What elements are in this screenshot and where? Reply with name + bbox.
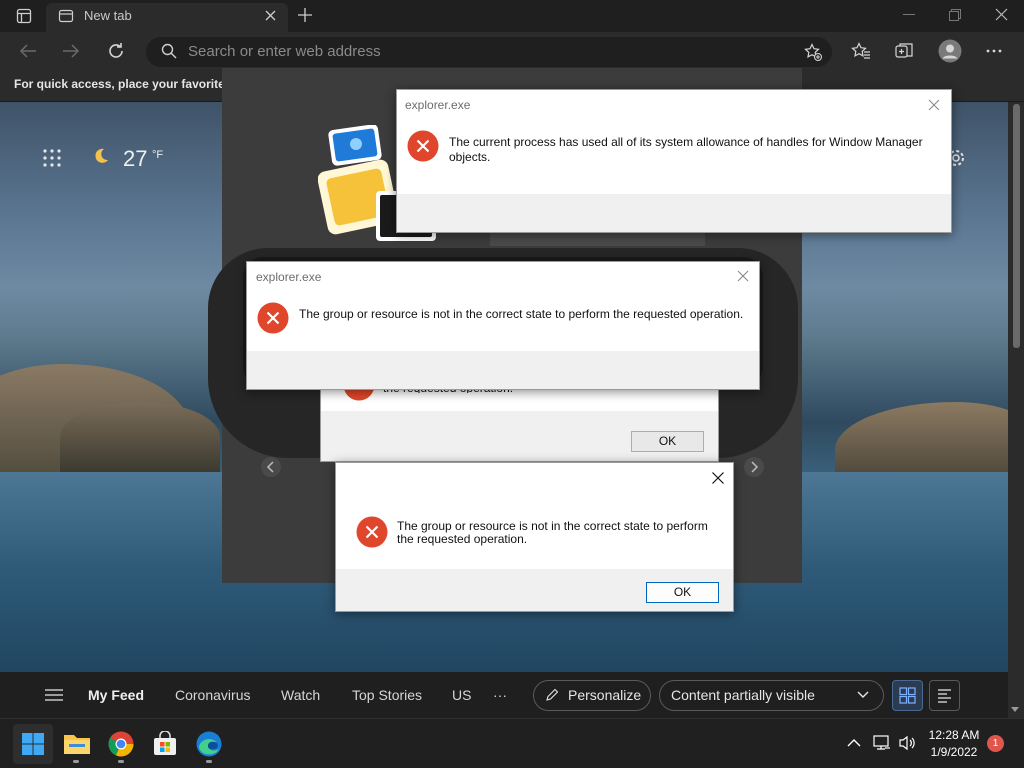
close-window-icon[interactable]	[995, 8, 1008, 21]
moon-weather-icon	[92, 147, 110, 165]
dialog-message: The group or resource is not in the corr…	[299, 307, 744, 321]
pencil-icon	[545, 688, 559, 702]
favorites-icon[interactable]	[851, 42, 871, 60]
new-tab-page-icon	[58, 8, 74, 24]
carousel-prev-button[interactable]	[261, 457, 281, 477]
chrome-icon[interactable]	[108, 731, 134, 757]
ok-button[interactable]: OK	[646, 582, 719, 603]
grid-layout-button[interactable]	[892, 680, 923, 711]
dialog-footer	[247, 351, 759, 389]
news-tab-my-feed[interactable]: My Feed	[88, 687, 144, 703]
news-tab-coronavirus[interactable]: Coronavirus	[175, 687, 250, 703]
start-button[interactable]	[13, 724, 53, 764]
search-icon	[161, 43, 177, 59]
error-dialog-handles: explorer.exe The current process has use…	[396, 89, 952, 233]
dialog-title: explorer.exe	[405, 98, 471, 112]
error-dialog-front: The group or resource is not in the corr…	[335, 462, 734, 612]
close-icon[interactable]	[709, 469, 727, 487]
more-options-icon[interactable]	[986, 49, 1002, 53]
content-visibility-value: Content partially visible	[671, 687, 815, 703]
error-dialog-resource-state: explorer.exe The group or resource is no…	[246, 261, 760, 390]
close-icon[interactable]	[925, 96, 943, 114]
tab-new-tab[interactable]	[46, 3, 288, 32]
apps-launcher-icon[interactable]	[43, 149, 61, 167]
forward-icon[interactable]	[62, 43, 80, 59]
dialog-footer	[397, 194, 951, 232]
back-icon[interactable]	[19, 43, 37, 59]
minimize-icon[interactable]	[903, 14, 915, 16]
network-icon[interactable]	[873, 735, 891, 751]
news-tab-us[interactable]: US	[452, 687, 471, 703]
background-hill	[60, 402, 220, 472]
store-icon[interactable]	[152, 731, 178, 757]
clock-date[interactable]: 1/9/2022	[922, 745, 986, 759]
address-placeholder: Search or enter web address	[188, 43, 381, 60]
dialog-title: explorer.exe	[256, 270, 322, 284]
volume-icon[interactable]	[898, 735, 916, 751]
carousel-next-button[interactable]	[744, 457, 764, 477]
list-layout-button[interactable]	[929, 680, 960, 711]
new-tab-plus-icon[interactable]	[297, 7, 313, 23]
dialog-message-line2: the requested operation.	[397, 532, 528, 546]
running-indicator	[73, 760, 79, 763]
file-explorer-icon[interactable]	[63, 730, 91, 756]
news-tab-top-stories[interactable]: Top Stories	[352, 687, 422, 703]
news-more-button[interactable]: ···	[493, 687, 507, 703]
restore-icon[interactable]	[949, 9, 961, 21]
scroll-down-icon[interactable]	[1011, 707, 1019, 713]
chevron-up-icon[interactable]	[847, 738, 861, 747]
add-favorite-icon[interactable]	[804, 43, 822, 61]
edge-icon[interactable]	[196, 731, 222, 757]
favorites-bar-hint: For quick access, place your favorites h	[14, 77, 222, 91]
tab-title: New tab	[84, 8, 132, 23]
promo-device-top	[490, 232, 705, 246]
refresh-icon[interactable]	[106, 41, 126, 61]
error-icon	[407, 130, 439, 162]
dialog-message: The current process has used all of its …	[449, 135, 923, 164]
running-indicator	[206, 760, 212, 763]
personalize-label: Personalize	[568, 687, 642, 703]
ok-button[interactable]: OK	[631, 431, 704, 452]
profile-avatar-icon[interactable]	[938, 39, 962, 63]
error-dialog-partial: the requested operation. OK	[320, 381, 719, 462]
notification-badge[interactable]: 1	[987, 735, 1004, 752]
hamburger-menu-icon[interactable]	[45, 689, 63, 701]
clock-time[interactable]: 12:28 AM	[922, 728, 986, 742]
close-icon[interactable]	[734, 267, 752, 285]
news-tab-watch[interactable]: Watch	[281, 687, 320, 703]
error-icon	[356, 516, 388, 548]
collections-icon[interactable]	[895, 42, 914, 60]
scrollbar-thumb[interactable]	[1013, 104, 1020, 348]
chevron-down-icon	[857, 691, 869, 699]
running-indicator	[118, 760, 124, 763]
weather-temperature[interactable]: 27	[123, 146, 147, 172]
close-tab-icon[interactable]	[264, 9, 277, 22]
background-hill	[835, 402, 1008, 482]
error-icon	[257, 302, 289, 334]
tab-actions-icon[interactable]	[16, 8, 32, 24]
weather-unit: °F	[152, 149, 164, 161]
